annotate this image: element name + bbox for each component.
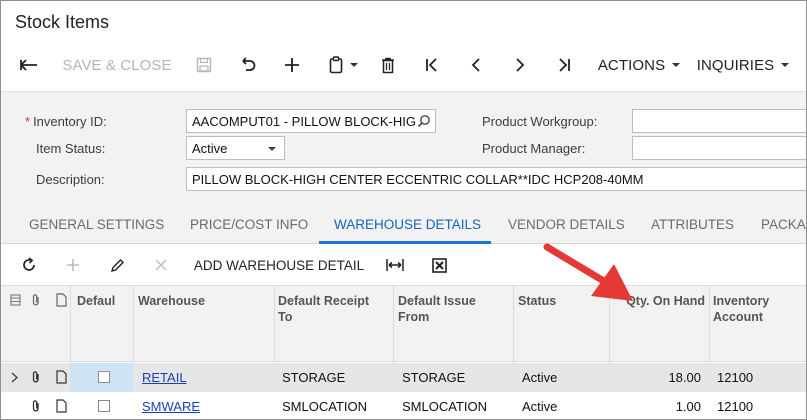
chevron-down-icon [781, 63, 790, 67]
inventory-account-cell[interactable]: 12100 [717, 392, 753, 419]
qty-on-hand-cell: 1.00 [675, 399, 701, 414]
tab-packaging[interactable]: PACKAG [761, 204, 806, 244]
delete-button[interactable] [373, 47, 403, 83]
item-status-select[interactable]: Active [186, 136, 285, 160]
chevron-right-icon [11, 372, 18, 383]
undo-icon [242, 57, 256, 71]
refresh-icon [23, 257, 35, 271]
default-checkbox[interactable] [98, 400, 110, 412]
close-icon [155, 259, 167, 271]
table-row[interactable]: RETAIL STORAGE STORAGE Active 18.00 1210… [1, 363, 806, 392]
column-header-default-issue-from[interactable]: Default Issue From [398, 293, 476, 325]
note-icon [56, 293, 67, 307]
attachment-icon [32, 294, 39, 306]
warehouse-link[interactable]: SMWARE [142, 392, 200, 419]
first-record-button[interactable] [417, 47, 447, 83]
pencil-icon [110, 258, 124, 272]
inventory-account-cell[interactable]: 12100 [717, 363, 753, 392]
grid-toolbar: ADD WAREHOUSE DETAIL [1, 245, 806, 285]
export-excel-button[interactable] [425, 245, 453, 285]
default-checkbox[interactable] [98, 371, 110, 383]
product-workgroup-label: Product Workgroup: [482, 114, 598, 129]
receipt-location-cell[interactable]: STORAGE [282, 363, 345, 392]
issue-location-cell[interactable]: SMLOCATION [402, 392, 487, 419]
column-header-warehouse[interactable]: Warehouse [138, 293, 205, 309]
stock-items-window: Stock Items SAVE & CLOSE ACTIONS INQUIRI… [0, 0, 807, 420]
row-settings-icon[interactable] [10, 294, 21, 306]
back-arrow-icon [20, 59, 37, 71]
save-close-button[interactable]: SAVE & CLOSE [57, 47, 177, 83]
previous-record-button[interactable] [461, 47, 491, 83]
inventory-id-label: * Inventory ID: [25, 114, 107, 129]
save-icon [196, 57, 212, 73]
fit-columns-button[interactable] [381, 245, 409, 285]
chevron-down-icon [672, 63, 681, 67]
tab-price-cost-info[interactable]: PRICE/COST INFO [190, 204, 308, 244]
clipboard-icon [329, 56, 342, 74]
tab-vendor-details[interactable]: VENDOR DETAILS [508, 204, 625, 244]
description-label: Description: [36, 172, 105, 187]
tab-general-settings[interactable]: GENERAL SETTINGS [29, 204, 164, 244]
warehouse-details-grid: Defaul Warehouse Default Receipt To Defa… [1, 285, 806, 419]
table-row[interactable]: SMWARE SMLOCATION SMLOCATION Active 1.00… [1, 392, 806, 419]
add-warehouse-detail-button[interactable]: ADD WAREHOUSE DETAIL [191, 245, 367, 285]
delete-row-button[interactable] [147, 245, 175, 285]
attachment-icon[interactable] [31, 399, 41, 413]
tab-warehouse-details[interactable]: WAREHOUSE DETAILS [334, 204, 481, 244]
chevron-down-icon [268, 147, 276, 151]
note-icon[interactable] [56, 370, 67, 384]
status-cell[interactable]: Active [522, 363, 557, 392]
back-button[interactable] [13, 47, 45, 83]
trash-icon [382, 57, 394, 73]
active-tab-indicator [319, 241, 491, 244]
product-manager-label: Product Manager: [482, 141, 586, 156]
description-input[interactable]: PILLOW BLOCK-HIGH CENTER ECCENTRIC COLLA… [186, 167, 806, 191]
product-manager-input[interactable] [632, 136, 806, 160]
edit-row-button[interactable] [103, 245, 131, 285]
grid-header: Defaul Warehouse Default Receipt To Defa… [1, 285, 806, 363]
page-title: Stock Items [15, 12, 110, 32]
annotation-arrow-icon [543, 243, 633, 301]
tab-attributes[interactable]: ATTRIBUTES [651, 204, 734, 244]
search-icon[interactable] [417, 114, 431, 128]
first-page-icon [426, 58, 437, 72]
main-toolbar: SAVE & CLOSE ACTIONS INQUIRIES [1, 47, 806, 83]
column-header-inventory-account[interactable]: Inventory Account [713, 293, 769, 325]
product-workgroup-input[interactable] [632, 109, 806, 133]
attachment-icon[interactable] [31, 370, 41, 384]
item-summary-form: * Inventory ID: AACOMPUT01 - PILLOW BLOCK… [1, 91, 806, 204]
fit-to-width-icon [386, 259, 404, 271]
issue-location-cell[interactable]: STORAGE [402, 363, 465, 392]
column-header-default[interactable]: Defaul [77, 293, 115, 309]
undo-button[interactable] [233, 47, 263, 83]
status-cell[interactable]: Active [522, 392, 557, 419]
save-button[interactable] [189, 47, 219, 83]
add-button[interactable] [277, 47, 307, 83]
last-page-icon [559, 58, 570, 72]
tab-bar: GENERAL SETTINGS PRICE/COST INFO WAREHOU… [1, 204, 806, 244]
chevron-left-icon [471, 58, 480, 72]
copy-paste-button[interactable] [321, 47, 365, 83]
inventory-id-input[interactable]: AACOMPUT01 - PILLOW BLOCK-HIG [186, 109, 436, 133]
chevron-right-icon [516, 58, 525, 72]
note-icon[interactable] [56, 399, 67, 413]
warehouse-link[interactable]: RETAIL [142, 363, 187, 392]
qty-on-hand-cell: 18.00 [668, 370, 701, 385]
item-status-label: Item Status: [36, 141, 106, 156]
plus-icon [285, 58, 299, 72]
excel-icon [431, 257, 447, 273]
column-header-default-receipt-to[interactable]: Default Receipt To [278, 293, 369, 325]
actions-menu[interactable]: ACTIONS [595, 47, 683, 83]
add-row-button[interactable] [59, 245, 87, 285]
last-record-button[interactable] [549, 47, 579, 83]
plus-icon [67, 259, 79, 271]
chevron-down-icon [349, 63, 358, 67]
next-record-button[interactable] [505, 47, 535, 83]
refresh-button[interactable] [15, 245, 43, 285]
receipt-location-cell[interactable]: SMLOCATION [282, 392, 367, 419]
inquiries-menu[interactable]: INQUIRIES [693, 47, 793, 83]
